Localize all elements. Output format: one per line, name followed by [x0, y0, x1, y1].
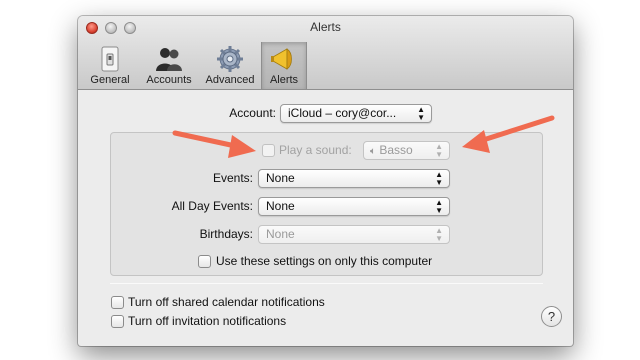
events-label: Events:: [212, 171, 253, 185]
tab-alerts-label: Alerts: [269, 74, 299, 86]
events-popup[interactable]: None ▲ ▼: [258, 169, 450, 188]
section-divider: [110, 283, 543, 284]
birthdays-label: Birthdays:: [199, 227, 253, 241]
popup-arrows-icon: ▲ ▼: [435, 225, 443, 243]
tab-general-label: General: [90, 74, 130, 86]
advanced-gear-icon: [217, 46, 243, 72]
this-computer-only-label: Use these settings on only this computer: [216, 254, 433, 268]
sound-popup[interactable]: 🔈︎ Basso ▲ ▼: [363, 141, 450, 160]
play-sound-label: Play a sound:: [279, 143, 352, 157]
events-popup-value: None: [266, 171, 295, 185]
general-switch-icon: [101, 46, 119, 72]
window-title: Alerts: [310, 20, 341, 34]
all-day-events-label: All Day Events:: [171, 199, 253, 213]
popup-arrows-icon: ▲ ▼: [435, 141, 443, 159]
preferences-window: Alerts General Accounts Advanced Alerts …: [78, 16, 573, 346]
sound-popup-value: Basso: [379, 143, 413, 157]
tab-accounts[interactable]: Accounts: [140, 42, 198, 89]
play-sound-checkbox[interactable]: [262, 144, 275, 157]
speaker-icon: 🔈︎: [370, 146, 376, 157]
invitation-notifications-label: Turn off invitation notifications: [128, 314, 287, 328]
popup-arrows-icon: ▲ ▼: [417, 104, 425, 122]
shared-calendar-notifications-label: Turn off shared calendar notifications: [128, 295, 325, 309]
tab-accounts-label: Accounts: [146, 74, 192, 86]
toolbar: Alerts General Accounts Advanced Alerts: [78, 16, 573, 90]
shared-calendar-notifications-checkbox[interactable]: [111, 296, 124, 309]
account-label: Account:: [229, 106, 276, 120]
account-popup-value: iCloud – cory@cor...: [288, 106, 397, 120]
alerts-megaphone-icon: [271, 48, 292, 70]
birthdays-popup[interactable]: None ▲ ▼: [258, 225, 450, 244]
tab-advanced[interactable]: Advanced: [200, 42, 260, 89]
invitation-notifications-checkbox[interactable]: [111, 315, 124, 328]
popup-arrows-icon: ▲ ▼: [435, 169, 443, 187]
tab-advanced-label: Advanced: [205, 74, 255, 86]
help-button[interactable]: ?: [541, 306, 562, 327]
all-day-events-popup[interactable]: None ▲ ▼: [258, 197, 450, 216]
tab-general[interactable]: General: [82, 42, 138, 89]
tab-alerts[interactable]: Alerts: [261, 42, 307, 89]
all-day-events-popup-value: None: [266, 199, 295, 213]
birthdays-popup-value: None: [266, 227, 295, 241]
popup-arrows-icon: ▲ ▼: [435, 197, 443, 215]
accounts-people-icon: [156, 48, 182, 71]
account-popup[interactable]: iCloud – cory@cor... ▲ ▼: [280, 104, 432, 123]
this-computer-only-checkbox[interactable]: [198, 255, 211, 268]
